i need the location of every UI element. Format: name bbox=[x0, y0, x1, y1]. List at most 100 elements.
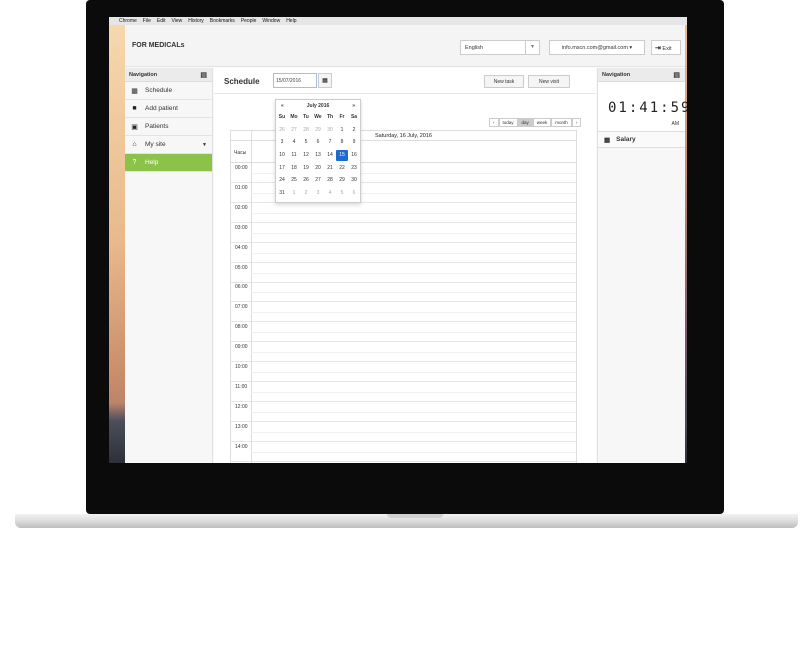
datepicker-day[interactable]: 2 bbox=[348, 127, 360, 133]
new-visit-button[interactable]: New visit bbox=[528, 75, 570, 88]
datepicker-day[interactable]: 21 bbox=[324, 165, 336, 171]
datepicker-day[interactable]: 4 bbox=[288, 139, 300, 145]
datepicker-day[interactable]: 13 bbox=[312, 152, 324, 158]
datepicker-day[interactable]: 26 bbox=[276, 127, 288, 133]
menu-window[interactable]: Window bbox=[262, 18, 280, 24]
datepicker-day[interactable]: 1 bbox=[336, 127, 348, 133]
hour-row[interactable]: 12:00 bbox=[231, 402, 576, 422]
datepicker-day[interactable]: 25 bbox=[288, 177, 300, 183]
datepicker-day[interactable]: 15 bbox=[336, 149, 348, 161]
calendar-icon[interactable]: ▦ bbox=[318, 73, 332, 88]
sidebar-item-patients[interactable]: ▣ Patients bbox=[125, 118, 212, 136]
datepicker-week: 24 25 26 27 28 29 30 bbox=[276, 174, 360, 187]
hour-row[interactable]: 14:00 bbox=[231, 442, 576, 462]
salary-link[interactable]: ▦ Salary bbox=[598, 132, 685, 148]
datepicker-day[interactable]: 29 bbox=[312, 127, 324, 133]
menu-history[interactable]: History bbox=[188, 18, 204, 24]
user-menu-button[interactable]: info.mscn.com@gmail.com ▾ bbox=[549, 40, 645, 55]
datepicker-day[interactable]: 30 bbox=[348, 177, 360, 183]
datepicker-day[interactable]: 16 bbox=[348, 152, 360, 158]
hour-row[interactable]: 08:00 bbox=[231, 322, 576, 343]
next-month-button[interactable]: » bbox=[352, 103, 355, 109]
datepicker-day[interactable]: 9 bbox=[348, 139, 360, 145]
hour-row[interactable]: 04:00 bbox=[231, 243, 576, 263]
hour-row[interactable]: 03:00 bbox=[231, 223, 576, 243]
datepicker-day[interactable]: 5 bbox=[336, 190, 348, 196]
hour-row[interactable]: 07:00 bbox=[231, 302, 576, 323]
datepicker-day[interactable]: 6 bbox=[348, 190, 360, 196]
hour-row[interactable]: 09:00 bbox=[231, 342, 576, 363]
language-select[interactable]: English ▾ bbox=[460, 40, 540, 55]
hour-row[interactable]: 02:00 bbox=[231, 203, 576, 223]
hour-row[interactable]: 10:00 bbox=[231, 362, 576, 382]
datepicker-day[interactable]: 27 bbox=[288, 127, 300, 133]
datepicker-day[interactable]: 22 bbox=[336, 165, 348, 171]
datepicker-day[interactable]: 12 bbox=[300, 152, 312, 158]
datepicker-month-label[interactable]: July 2016 bbox=[307, 103, 330, 109]
hour-row[interactable]: 13:00 bbox=[231, 422, 576, 442]
datepicker-day[interactable]: 29 bbox=[336, 177, 348, 183]
prev-month-button[interactable]: « bbox=[281, 103, 284, 109]
datepicker-day[interactable]: 24 bbox=[276, 177, 288, 183]
chevron-left-icon[interactable]: ‹ bbox=[489, 118, 499, 127]
hour-row[interactable]: 11:00 bbox=[231, 382, 576, 402]
datepicker-day[interactable]: 20 bbox=[312, 165, 324, 171]
datepicker-day[interactable]: 28 bbox=[300, 127, 312, 133]
datepicker-day[interactable]: 17 bbox=[276, 165, 288, 171]
hour-label: 11:00 bbox=[235, 383, 248, 390]
datepicker-day[interactable]: 5 bbox=[300, 139, 312, 145]
menu-help[interactable]: Help bbox=[286, 18, 296, 24]
datepicker-week: 17 18 19 20 21 22 23 bbox=[276, 161, 360, 174]
view-month-button[interactable]: month bbox=[551, 118, 572, 127]
half-hour-line bbox=[251, 391, 576, 393]
view-day-button[interactable]: day bbox=[517, 118, 533, 127]
exit-button[interactable]: ⇥ Exit bbox=[651, 40, 681, 55]
menu-chrome[interactable]: Chrome bbox=[119, 18, 137, 24]
datepicker-day[interactable]: 27 bbox=[312, 177, 324, 183]
sidebar-item-my-site[interactable]: ⌂ My site ▼ bbox=[125, 136, 212, 154]
sidebar-item-schedule[interactable]: ▦ Schedule bbox=[125, 82, 212, 100]
datepicker-day[interactable]: 31 bbox=[276, 190, 288, 196]
datepicker-day[interactable]: 3 bbox=[312, 190, 324, 196]
salary-label: Salary bbox=[616, 136, 636, 143]
panel-toggle-icon[interactable]: ▤ bbox=[200, 71, 207, 79]
hour-row[interactable]: 15:00 bbox=[231, 462, 576, 464]
menu-file[interactable]: File bbox=[143, 18, 151, 24]
half-hour-line bbox=[251, 312, 576, 314]
date-input[interactable] bbox=[273, 73, 317, 88]
view-today-button[interactable]: today bbox=[498, 118, 518, 127]
datepicker-day[interactable]: 6 bbox=[312, 139, 324, 145]
datepicker-day[interactable]: 4 bbox=[324, 190, 336, 196]
datepicker-day[interactable]: 23 bbox=[348, 165, 360, 171]
sidebar-item-help[interactable]: ? Help bbox=[125, 154, 212, 172]
menu-bookmarks[interactable]: Bookmarks bbox=[210, 18, 235, 24]
brand-logo[interactable]: FOR MEDICALs bbox=[132, 42, 185, 49]
hour-row[interactable]: 05:00 bbox=[231, 263, 576, 283]
datepicker-day[interactable]: 30 bbox=[324, 127, 336, 133]
datepicker-day[interactable]: 14 bbox=[324, 152, 336, 158]
datepicker-day[interactable]: 2 bbox=[300, 190, 312, 196]
sidebar-item-add-patient[interactable]: ■ Add patient bbox=[125, 100, 212, 118]
datepicker-day[interactable]: 28 bbox=[324, 177, 336, 183]
datepicker-day[interactable]: 18 bbox=[288, 165, 300, 171]
chevron-right-icon[interactable]: › bbox=[571, 118, 582, 127]
menu-people[interactable]: People bbox=[241, 18, 257, 24]
datepicker-day[interactable]: 8 bbox=[336, 139, 348, 145]
datepicker-day[interactable]: 10 bbox=[276, 152, 288, 158]
datepicker-day[interactable]: 26 bbox=[300, 177, 312, 183]
chevron-down-icon[interactable]: ▾ bbox=[525, 41, 539, 54]
datepicker-day[interactable]: 11 bbox=[288, 152, 300, 158]
hour-row[interactable]: 06:00 bbox=[231, 282, 576, 303]
menu-view[interactable]: View bbox=[171, 18, 182, 24]
datepicker-week: 26 27 28 29 30 1 2 bbox=[276, 124, 360, 137]
menu-edit[interactable]: Edit bbox=[157, 18, 166, 24]
datepicker-day[interactable]: 7 bbox=[324, 139, 336, 145]
calendar-icon: ▦ bbox=[131, 87, 138, 95]
panel-toggle-icon[interactable]: ▤ bbox=[673, 71, 680, 79]
new-task-button[interactable]: New task bbox=[484, 75, 524, 88]
datepicker-day[interactable]: 3 bbox=[276, 139, 288, 145]
datepicker-week: 10 11 12 13 14 15 16 bbox=[276, 149, 360, 162]
view-week-button[interactable]: week bbox=[532, 118, 552, 127]
datepicker-day[interactable]: 1 bbox=[288, 190, 300, 196]
datepicker-day[interactable]: 19 bbox=[300, 165, 312, 171]
